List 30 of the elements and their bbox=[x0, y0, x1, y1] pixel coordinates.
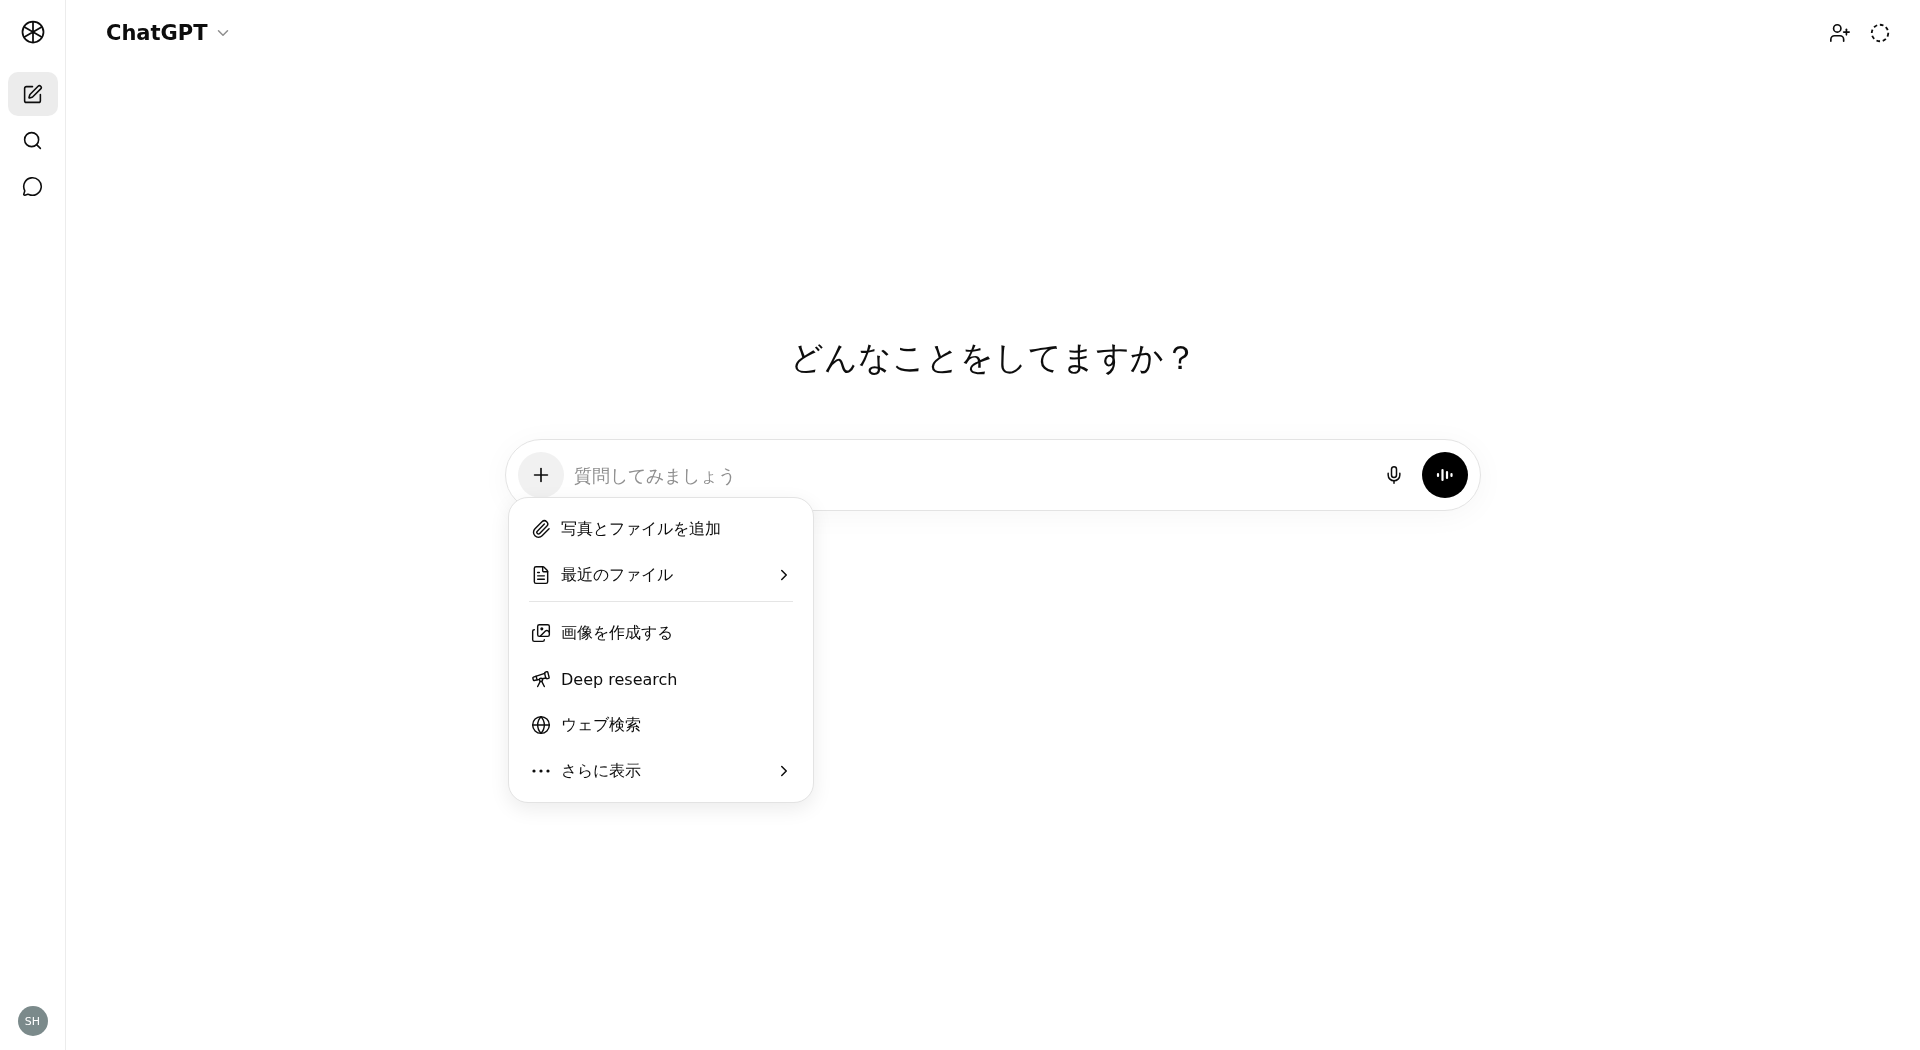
chat-bubble-icon bbox=[22, 175, 43, 197]
menu-item-label: さらに表示 bbox=[561, 760, 642, 782]
menu-item-label: 写真とファイルを追加 bbox=[561, 518, 722, 540]
new-chat-icon bbox=[22, 83, 43, 105]
search-icon bbox=[22, 129, 43, 151]
menu-item[interactable]: さらに表示 bbox=[509, 748, 813, 794]
globe-icon bbox=[531, 715, 551, 735]
microphone-icon bbox=[1384, 465, 1404, 485]
menu-item-label: 画像を作成する bbox=[561, 622, 674, 644]
waveform-icon bbox=[1435, 467, 1455, 483]
menu-item-label: 最近のファイル bbox=[561, 564, 674, 586]
dashed-circle-icon bbox=[1869, 22, 1891, 44]
menu-item-label: Deep research bbox=[561, 669, 679, 689]
images-icon bbox=[531, 623, 551, 643]
model-selector[interactable]: ChatGPT bbox=[106, 21, 232, 45]
add-person-icon bbox=[1829, 22, 1851, 44]
sidebar-button[interactable] bbox=[7, 72, 58, 116]
document-icon bbox=[531, 565, 551, 585]
voice-button[interactable] bbox=[1422, 452, 1468, 498]
greeting-heading: どんなことをしてますか？ bbox=[789, 337, 1197, 379]
menu-item[interactable]: Deep research bbox=[509, 656, 813, 702]
telescope-icon bbox=[531, 669, 551, 689]
menu-item[interactable]: 最近のファイル bbox=[509, 552, 813, 598]
menu-item[interactable]: ウェブ検索 bbox=[509, 702, 813, 748]
menu-item-label: ウェブ検索 bbox=[561, 714, 642, 736]
paperclip-icon bbox=[531, 519, 551, 539]
plus-button[interactable] bbox=[518, 452, 564, 498]
user-avatar[interactable]: SH bbox=[17, 1006, 48, 1036]
ellipsis-icon bbox=[532, 769, 550, 773]
menu-item[interactable]: 画像を作成する bbox=[509, 610, 813, 656]
